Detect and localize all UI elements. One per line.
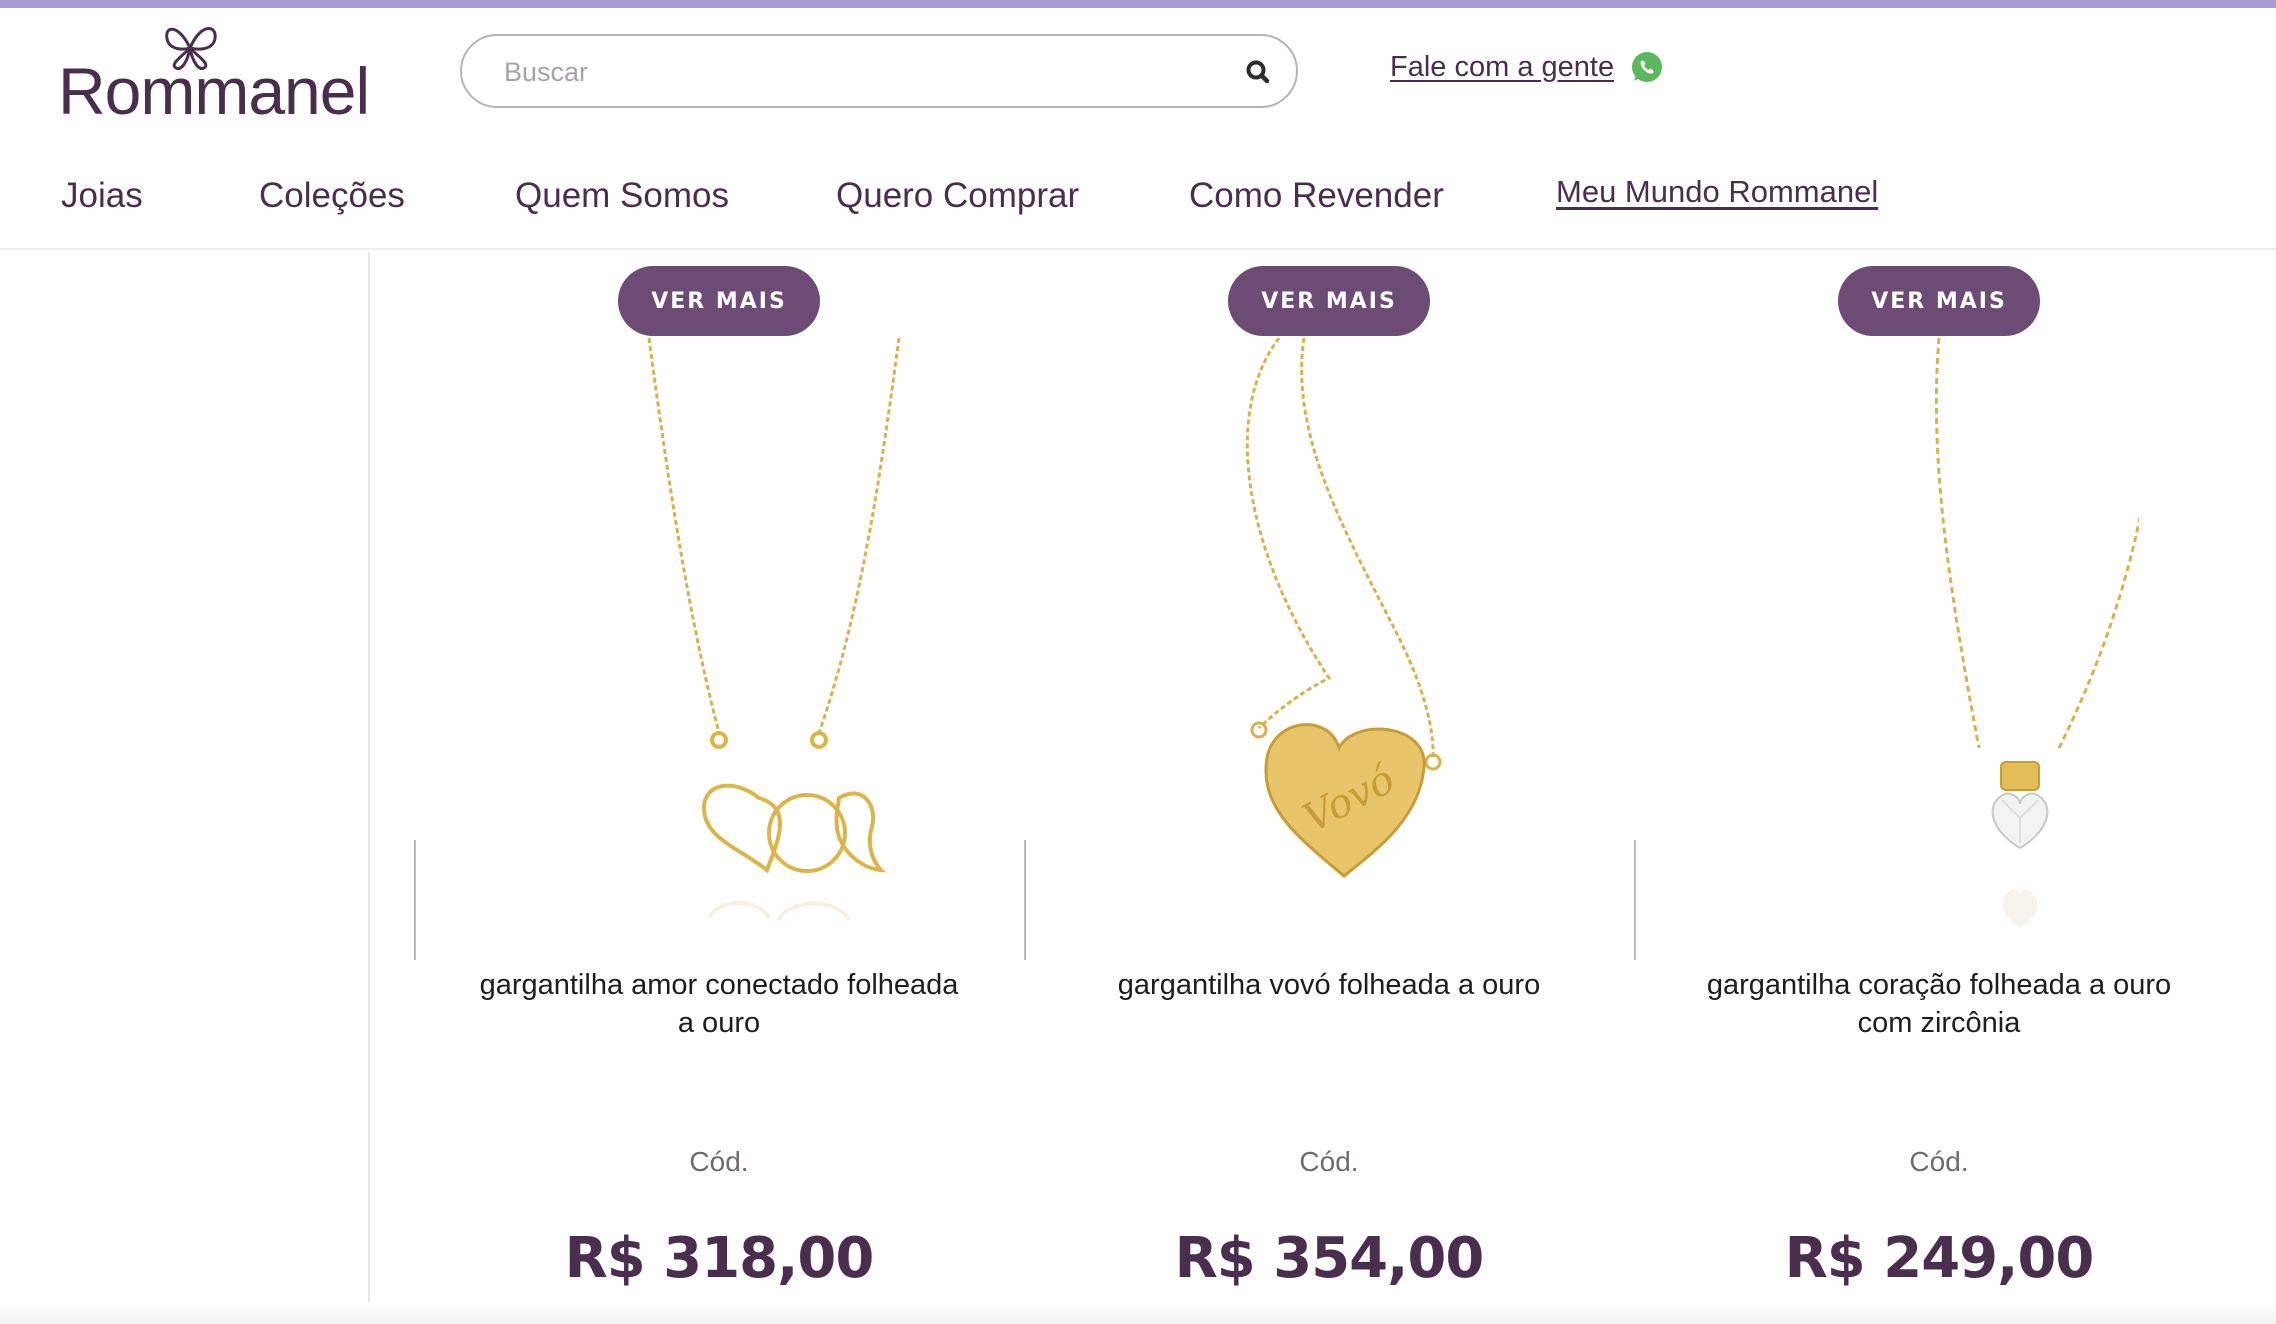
product-price: R$ 318,00 — [564, 1226, 875, 1291]
nav-item-quem-somos[interactable]: Quem Somos — [515, 176, 729, 216]
product-image-coracao-zirconia[interactable] — [1739, 338, 2139, 948]
nav-item-como-revender[interactable]: Como Revender — [1189, 176, 1444, 216]
search-icon[interactable] — [1242, 56, 1274, 88]
product-name[interactable]: gargantilha coração folheada a ouro com … — [1694, 966, 2184, 1042]
product-card[interactable]: VER MAIS Vovó gargantilha vovó folheada … — [1024, 252, 1634, 1324]
brand-logo[interactable]: Rommanel — [58, 18, 370, 128]
sidebar-divider — [368, 252, 370, 1324]
card-divider — [1024, 840, 1026, 960]
contact-link[interactable]: Fale com a gente — [1390, 51, 1614, 84]
search-input[interactable] — [504, 52, 1204, 92]
main-nav: Joias Coleções Quem Somos Quero Comprar … — [0, 168, 2276, 238]
ver-mais-button[interactable]: VER MAIS — [1838, 266, 2040, 336]
page-bottom-shade — [0, 1302, 2276, 1324]
nav-link-meu-mundo[interactable]: Meu Mundo Rommanel — [1556, 174, 1878, 210]
product-image-amor-conectado[interactable] — [519, 338, 919, 948]
contact-link-group: Fale com a gente — [1390, 48, 1666, 86]
brand-name: Rommanel — [58, 54, 370, 128]
product-card[interactable]: VER MAIS gargantilha coração folheada a … — [1634, 252, 2244, 1324]
site-header: Rommanel Fale com a gente Joias Coleções… — [0, 8, 2276, 250]
product-card[interactable]: VER MAIS gargantilha amor conectado folh… — [414, 252, 1024, 1324]
nav-item-colecoes[interactable]: Coleções — [259, 176, 405, 216]
product-price: R$ 249,00 — [1784, 1226, 2095, 1291]
product-image-vovo[interactable]: Vovó — [1129, 338, 1529, 948]
ver-mais-button[interactable]: VER MAIS — [1228, 266, 1430, 336]
nav-item-joias[interactable]: Joias — [61, 176, 143, 216]
product-name[interactable]: gargantilha amor conectado folheada a ou… — [474, 966, 964, 1042]
top-accent-stripe — [0, 0, 2276, 8]
whatsapp-icon[interactable] — [1628, 48, 1666, 86]
product-code: Cód. — [1299, 1146, 1359, 1177]
search-box — [460, 34, 1298, 108]
product-price: R$ 354,00 — [1174, 1226, 1485, 1291]
ver-mais-button[interactable]: VER MAIS — [618, 266, 820, 336]
nav-item-quero-comprar[interactable]: Quero Comprar — [836, 176, 1079, 216]
product-code: Cód. — [1909, 1146, 1969, 1177]
product-name[interactable]: gargantilha vovó folheada a ouro — [1084, 966, 1574, 1004]
card-divider — [414, 840, 416, 960]
card-divider — [1634, 840, 1636, 960]
product-code: Cód. — [689, 1146, 749, 1177]
